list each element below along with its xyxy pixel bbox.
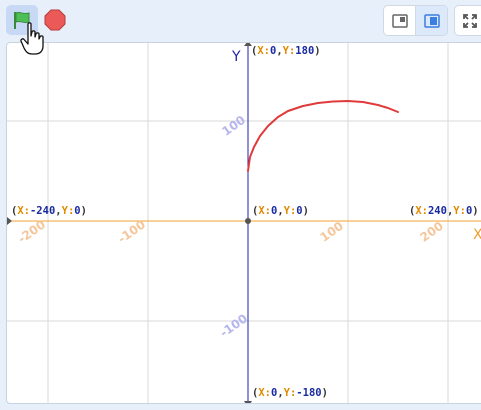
x-tick-label: 200 xyxy=(417,219,446,245)
fullscreen-button[interactable] xyxy=(454,5,481,36)
x-axis-left-marker xyxy=(7,217,12,225)
coord-label-top: (X:0,Y:180) xyxy=(251,45,321,57)
y-axis-label: Y xyxy=(231,49,241,65)
small-stage-icon xyxy=(391,13,408,28)
y-tick-label: 100 xyxy=(219,113,248,139)
x-tick-label: 100 xyxy=(317,219,346,245)
x-axis-label: X xyxy=(473,227,481,243)
small-stage-button[interactable] xyxy=(384,6,416,35)
normal-stage-icon xyxy=(423,13,440,28)
fullscreen-icon xyxy=(463,13,477,28)
x-tick-label: -200 xyxy=(15,217,48,246)
y-tick-label: -100 xyxy=(217,311,250,340)
x-tick-label: -100 xyxy=(115,217,148,246)
origin-marker xyxy=(245,218,251,224)
stage-size-toggle xyxy=(383,5,448,36)
stop-sign-icon xyxy=(44,9,66,31)
normal-stage-button[interactable] xyxy=(416,6,447,35)
coord-label-left: (X:-240,Y:0) xyxy=(11,205,87,217)
stage-canvas[interactable]: X Y -200 -100 100 200 100 -100 (X:0,Y:180) (X:0… xyxy=(6,42,481,404)
coord-label-right: (X:240,Y:0) xyxy=(409,205,479,217)
stage-toolbar xyxy=(0,0,481,40)
coord-label-origin: (X:0,Y:0) xyxy=(252,205,309,217)
pen-trail-line xyxy=(247,100,399,172)
coord-label-bottom: (X:0,Y:-180) xyxy=(252,387,328,399)
coordinate-grid: X Y -200 -100 100 200 100 -100 xyxy=(7,43,481,403)
pointer-hand-cursor-icon xyxy=(20,22,44,55)
y-axis-bottom-marker xyxy=(244,401,252,403)
